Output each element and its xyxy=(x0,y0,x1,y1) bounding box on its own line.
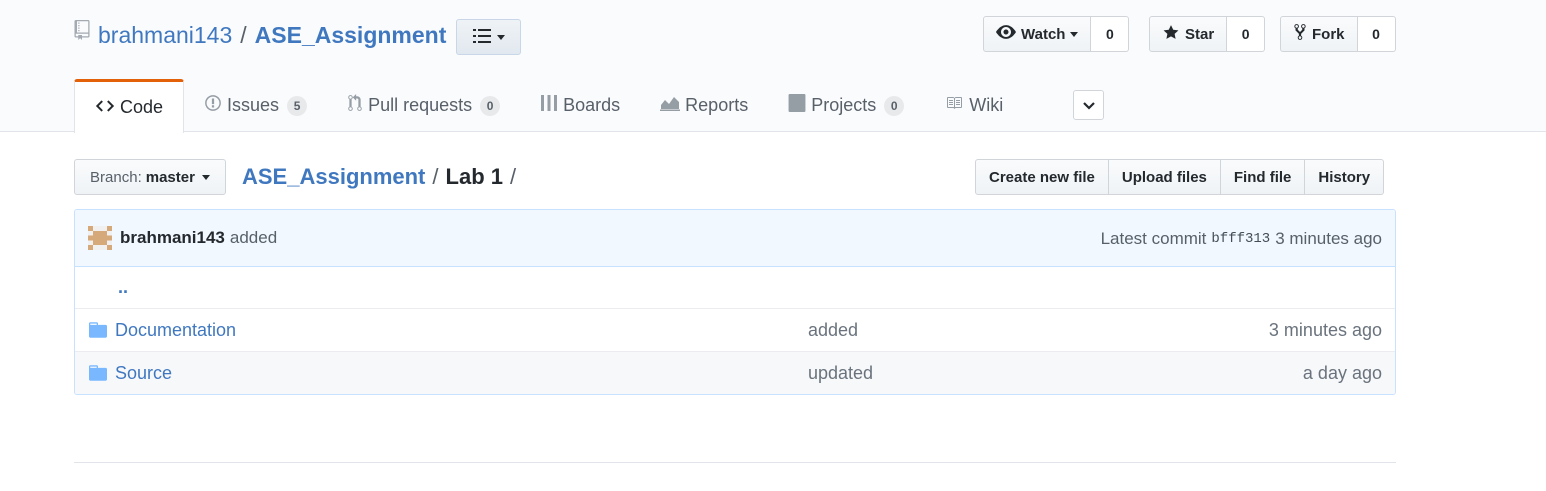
tab-label: Reports xyxy=(685,95,749,115)
tab-label: Code xyxy=(120,97,164,117)
repo-header: brahmani143 / ASE_Assignment Watch 0 Sta… xyxy=(0,0,1546,133)
breadcrumb-separator: / xyxy=(509,164,517,189)
tab-pull-requests[interactable]: Pull requests 0 xyxy=(327,79,520,132)
tab-issues[interactable]: Issues 5 xyxy=(184,79,327,132)
breadcrumb: ASE_Assignment / Lab 1 / xyxy=(242,162,523,192)
breadcrumb-current: Lab 1 xyxy=(445,164,503,189)
footer-divider xyxy=(74,462,1396,463)
latest-commit-label: Latest commit xyxy=(1100,228,1207,248)
tab-label: Wiki xyxy=(969,95,1004,115)
fork-group: Fork 0 xyxy=(1280,16,1396,52)
watch-button[interactable]: Watch xyxy=(983,16,1092,52)
repo-menu-button[interactable] xyxy=(456,19,521,55)
file-actions: Create new file Upload files Find file H… xyxy=(975,159,1385,195)
more-tabs-button[interactable] xyxy=(1073,90,1104,120)
tab-label: Issues xyxy=(227,95,280,115)
star-icon xyxy=(1162,24,1180,45)
avatar[interactable] xyxy=(88,226,112,250)
tab-projects[interactable]: Projects 0 xyxy=(768,79,924,132)
star-label: Star xyxy=(1185,25,1215,43)
branch-name: master xyxy=(145,168,195,186)
folder-icon xyxy=(89,365,107,381)
eye-icon xyxy=(996,25,1016,43)
project-icon xyxy=(788,94,806,117)
projects-counter: 0 xyxy=(884,95,905,116)
graph-icon xyxy=(660,95,681,116)
repo-owner-link[interactable]: brahmani143 xyxy=(98,22,232,49)
commit-meta: Latest commit bfff313 3 minutes ago xyxy=(1101,210,1382,267)
tab-label: Projects xyxy=(811,95,877,115)
file-age: 3 minutes ago xyxy=(1268,320,1382,340)
tab-wiki[interactable]: Wiki xyxy=(924,79,1023,132)
repo-name-link[interactable]: ASE_Assignment xyxy=(255,22,447,49)
watch-group: Watch 0 xyxy=(983,16,1130,52)
commit-age: 3 minutes ago xyxy=(1275,228,1382,248)
table-row: Documentation added 3 minutes ago xyxy=(75,309,1395,352)
file-table: brahmani143 added Latest commit bfff313 … xyxy=(74,209,1396,395)
code-icon xyxy=(95,97,115,118)
fork-count[interactable]: 0 xyxy=(1357,16,1396,52)
table-row: Source updated a day ago xyxy=(75,352,1395,394)
pull-requests-counter: 0 xyxy=(480,95,501,116)
file-commit-message[interactable]: updated xyxy=(808,363,873,384)
star-group: Star 0 xyxy=(1149,16,1266,52)
issue-icon xyxy=(204,94,222,117)
breadcrumb-separator: / xyxy=(432,164,439,189)
tab-code[interactable]: Code xyxy=(74,79,185,133)
repo-title-separator: / xyxy=(240,21,247,48)
upload-files-button[interactable]: Upload files xyxy=(1107,159,1221,195)
watch-count[interactable]: 0 xyxy=(1091,16,1130,52)
tab-boards[interactable]: Boards xyxy=(520,79,640,132)
commit-author-link[interactable]: brahmani143 xyxy=(120,228,225,248)
star-button[interactable]: Star xyxy=(1149,16,1228,52)
file-name-link[interactable]: Documentation xyxy=(115,320,236,341)
chevron-down-icon xyxy=(496,34,505,40)
star-count[interactable]: 0 xyxy=(1227,16,1266,52)
tab-reports[interactable]: Reports xyxy=(640,79,768,132)
branch-select-button[interactable]: Branch: master xyxy=(74,159,226,195)
watch-label: Watch xyxy=(1021,25,1066,43)
tab-label: Pull requests xyxy=(368,95,473,115)
breadcrumb-root-link[interactable]: ASE_Assignment xyxy=(242,164,425,190)
commit-message-link[interactable]: added xyxy=(230,228,277,248)
boards-icon xyxy=(540,94,558,117)
file-name-link[interactable]: Source xyxy=(115,363,172,384)
fork-icon xyxy=(1293,23,1307,45)
folder-icon xyxy=(89,322,107,338)
issues-counter: 5 xyxy=(287,95,308,116)
chevron-down-icon xyxy=(1070,31,1079,37)
book-icon xyxy=(944,95,964,116)
chevron-down-icon xyxy=(201,174,210,180)
commit-sha-link[interactable]: bfff313 xyxy=(1211,231,1270,247)
commit-tease: brahmani143 added Latest commit bfff313 … xyxy=(75,210,1395,267)
find-file-button[interactable]: Find file xyxy=(1219,159,1306,195)
chevron-down-icon xyxy=(1082,97,1095,113)
repo-icon xyxy=(74,20,90,40)
repo-title: brahmani143 / ASE_Assignment xyxy=(74,18,446,52)
tab-label: Boards xyxy=(563,95,621,115)
fork-button[interactable]: Fork xyxy=(1280,16,1358,52)
file-commit-message[interactable]: added xyxy=(808,320,858,341)
pull-request-icon xyxy=(347,94,363,117)
branch-label: Branch: xyxy=(90,168,142,186)
list-icon xyxy=(472,28,491,46)
fork-label: Fork xyxy=(1312,25,1345,43)
repo-tabs: Code Issues 5 Pull requests 0 Boards Rep… xyxy=(74,79,1023,133)
parent-directory-row[interactable]: .. xyxy=(75,267,1395,309)
history-button[interactable]: History xyxy=(1304,159,1385,195)
parent-directory-link[interactable]: .. xyxy=(118,277,128,298)
file-age: a day ago xyxy=(1302,363,1382,383)
create-new-file-button[interactable]: Create new file xyxy=(975,159,1109,195)
